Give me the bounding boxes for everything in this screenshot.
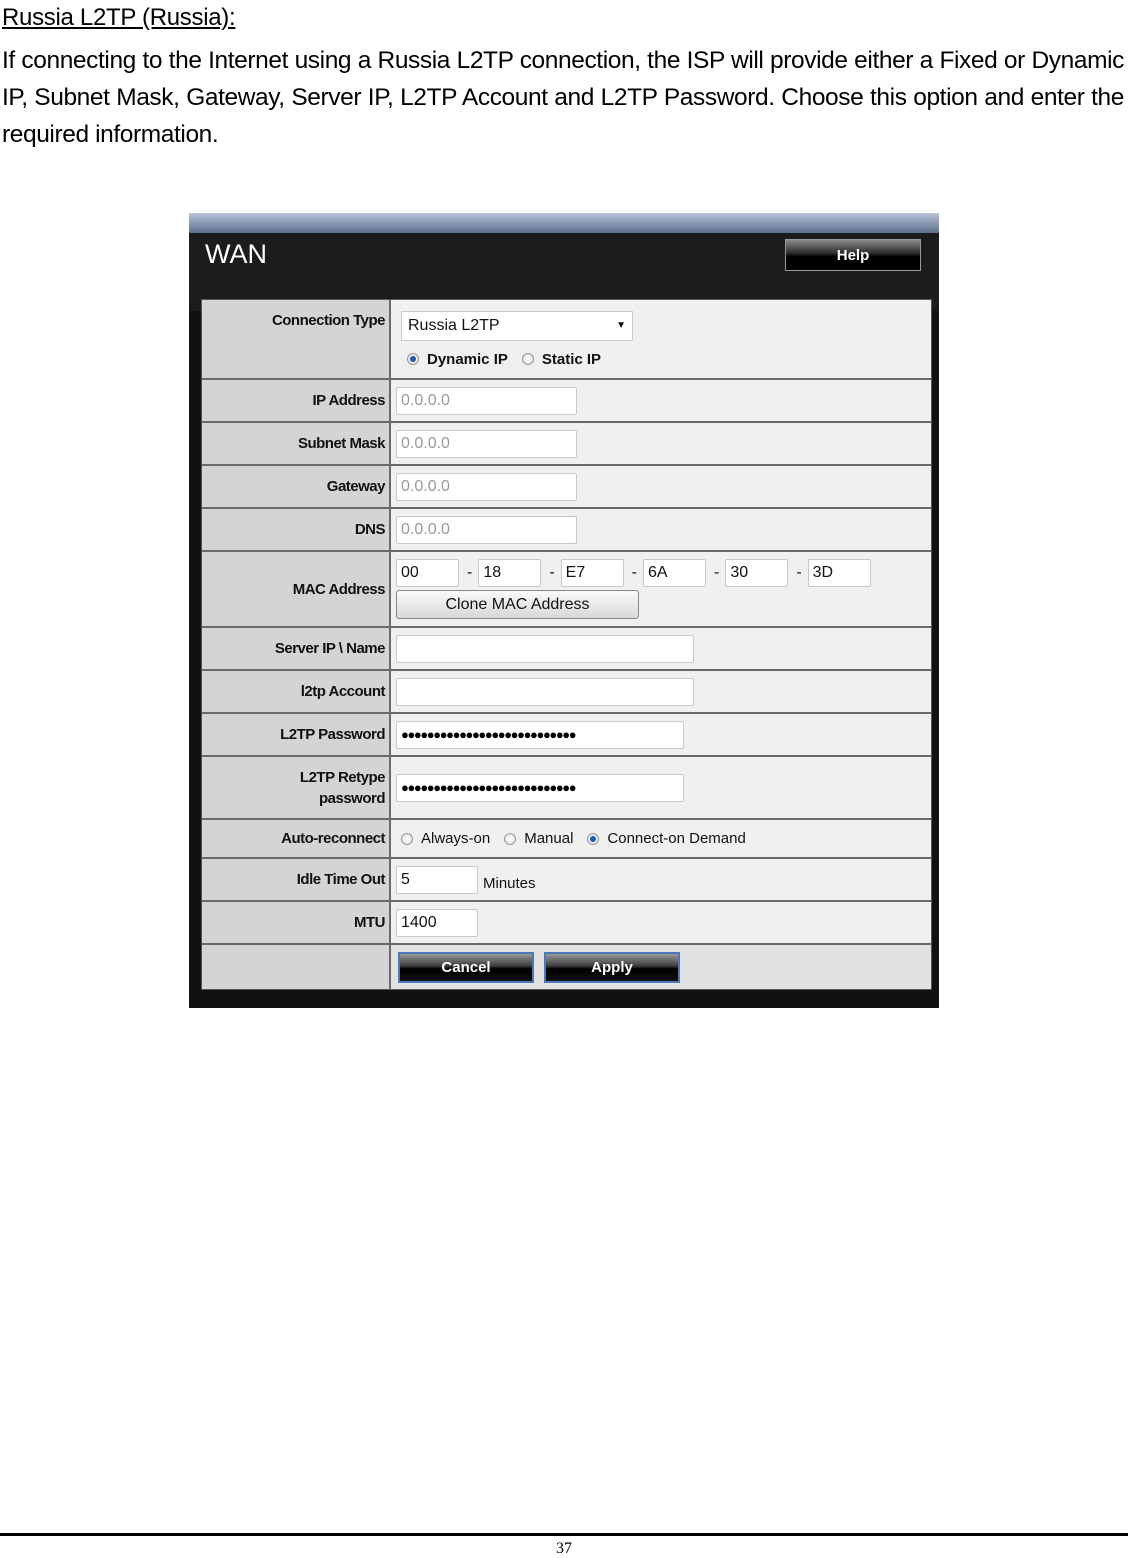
row-gateway: Gateway 0.0.0.0 bbox=[202, 466, 931, 509]
connection-type-value: Russia L2TP bbox=[408, 316, 500, 334]
chevron-down-icon: ▼ bbox=[616, 320, 626, 331]
ip-address-input[interactable]: 0.0.0.0 bbox=[396, 386, 577, 415]
idle-timeout-unit: Minutes bbox=[483, 875, 536, 892]
gateway-input[interactable]: 0.0.0.0 bbox=[396, 472, 577, 501]
mac-octet-6[interactable]: 3D bbox=[807, 559, 871, 587]
doc-paragraph: If connecting to the Internet using a Ru… bbox=[2, 47, 1124, 148]
actions-label-spacer bbox=[202, 945, 391, 989]
mac-address-label: MAC Address bbox=[202, 552, 391, 626]
row-retype-password: L2TP Retype password ●●●●●●●●●●●●●●●●●●●… bbox=[202, 757, 931, 820]
radio-connect-on-demand[interactable]: Connect-on Demand bbox=[587, 830, 746, 847]
row-connection-type: Connection Type Russia L2TP ▼ Dynamic IP… bbox=[202, 300, 931, 380]
row-dns: DNS 0.0.0.0 bbox=[202, 509, 931, 552]
mac-octet-2[interactable]: 18 bbox=[478, 559, 542, 587]
mac-octet-3[interactable]: E7 bbox=[560, 559, 624, 587]
radio-unchecked-icon bbox=[401, 832, 413, 845]
subnet-mask-input[interactable]: 0.0.0.0 bbox=[396, 429, 577, 458]
row-mac-address: MAC Address 00 - 18 - E7 - 6A - 30 - 3D … bbox=[202, 552, 931, 628]
radio-checked-icon bbox=[407, 353, 419, 365]
radio-unchecked-icon bbox=[504, 832, 517, 845]
clone-mac-button[interactable]: Clone MAC Address bbox=[396, 590, 639, 619]
subnet-mask-label: Subnet Mask bbox=[202, 423, 391, 464]
idle-timeout-label: Idle Time Out bbox=[202, 859, 391, 900]
wan-form: Connection Type Russia L2TP ▼ Dynamic IP… bbox=[201, 299, 932, 990]
server-input[interactable] bbox=[396, 634, 694, 663]
row-password: L2TP Password ●●●●●●●●●●●●●●●●●●●●●●●●●●… bbox=[202, 714, 931, 757]
account-label: l2tp Account bbox=[202, 671, 391, 712]
mac-octet-4[interactable]: 6A bbox=[642, 559, 706, 587]
radio-checked-icon bbox=[587, 832, 600, 845]
doc-heading: Russia L2TP (Russia): bbox=[2, 4, 236, 31]
page-title: WAN bbox=[205, 239, 267, 269]
password-input[interactable]: ●●●●●●●●●●●●●●●●●●●●●●●●●●● bbox=[396, 720, 684, 749]
cancel-button[interactable]: Cancel bbox=[398, 951, 534, 983]
radio-dynamic-ip[interactable]: Dynamic IP bbox=[407, 351, 508, 368]
mac-octet-1[interactable]: 00 bbox=[396, 559, 459, 587]
apply-button[interactable]: Apply bbox=[544, 951, 680, 983]
row-account: l2tp Account bbox=[202, 671, 931, 714]
radio-manual[interactable]: Manual bbox=[504, 830, 573, 847]
auto-reconnect-label: Auto-reconnect bbox=[202, 820, 391, 857]
row-ip-address: IP Address 0.0.0.0 bbox=[202, 380, 931, 423]
row-subnet-mask: Subnet Mask 0.0.0.0 bbox=[202, 423, 931, 466]
footer-rule bbox=[0, 1533, 1128, 1536]
dns-input[interactable]: 0.0.0.0 bbox=[396, 515, 577, 544]
mac-octet-5[interactable]: 30 bbox=[725, 559, 789, 587]
mtu-input[interactable]: 1400 bbox=[396, 908, 478, 937]
help-button[interactable]: Help bbox=[785, 239, 921, 271]
browser-top-bar bbox=[189, 213, 939, 233]
server-label: Server IP \ Name bbox=[202, 628, 391, 669]
row-mtu: MTU 1400 bbox=[202, 902, 931, 945]
wan-screenshot: WAN Help Connection Type Russia L2TP ▼ D… bbox=[189, 213, 939, 1008]
dns-label: DNS bbox=[202, 509, 391, 550]
gateway-label: Gateway bbox=[202, 466, 391, 507]
radio-unchecked-icon bbox=[521, 353, 534, 365]
row-server: Server IP \ Name bbox=[202, 628, 931, 671]
row-auto-reconnect: Auto-reconnect Always-on Manual Connect-… bbox=[202, 820, 931, 859]
radio-static-ip[interactable]: Static IP bbox=[521, 351, 601, 368]
mtu-label: MTU bbox=[202, 902, 391, 943]
page-number: 37 bbox=[556, 1540, 572, 1557]
connection-type-label: Connection Type bbox=[202, 300, 391, 378]
retype-password-input[interactable]: ●●●●●●●●●●●●●●●●●●●●●●●●●●● bbox=[396, 773, 684, 802]
idle-timeout-input[interactable]: 5 bbox=[396, 865, 478, 894]
password-label: L2TP Password bbox=[202, 714, 391, 755]
ip-address-label: IP Address bbox=[202, 380, 391, 421]
retype-password-label: L2TP Retype password bbox=[202, 757, 391, 818]
account-input[interactable] bbox=[396, 677, 694, 706]
row-actions: Cancel Apply bbox=[202, 945, 931, 989]
radio-always-on[interactable]: Always-on bbox=[401, 830, 490, 847]
connection-type-select[interactable]: Russia L2TP ▼ bbox=[401, 310, 633, 341]
row-idle-timeout: Idle Time Out 5 Minutes bbox=[202, 859, 931, 902]
